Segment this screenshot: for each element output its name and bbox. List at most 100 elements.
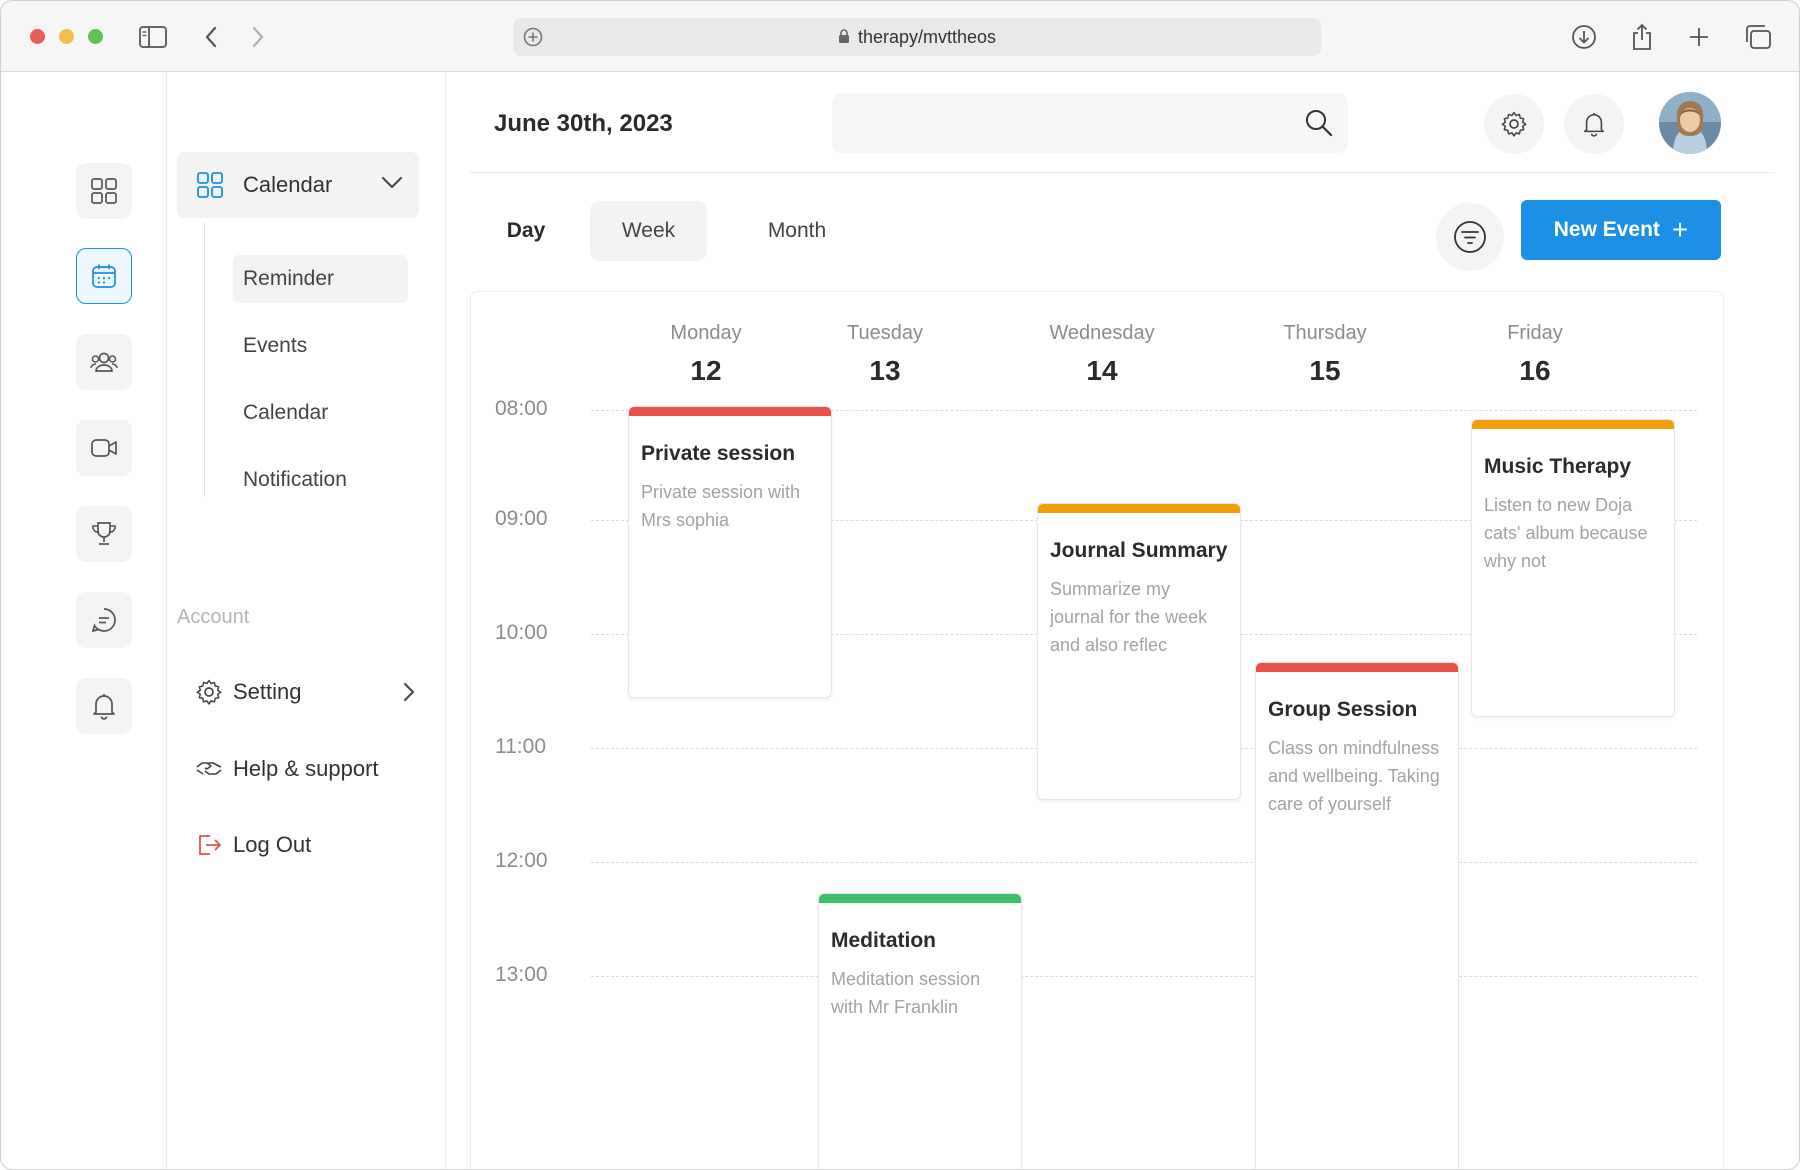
- day-name: Friday: [1507, 322, 1563, 344]
- subnav-item-calendar[interactable]: Calendar: [233, 389, 338, 437]
- calendar-nav-button[interactable]: [76, 248, 132, 304]
- notifications-button[interactable]: [1564, 94, 1624, 154]
- chevron-right-icon: [403, 682, 415, 708]
- event-color-bar: [629, 407, 831, 416]
- bell-icon: [93, 694, 115, 720]
- account-section-label: Account: [177, 606, 250, 628]
- maximize-window-button[interactable]: [88, 29, 103, 44]
- event-title: Journal Summary: [1050, 539, 1228, 562]
- search-icon[interactable]: [1304, 108, 1334, 143]
- new-tab-icon[interactable]: [1681, 19, 1717, 55]
- forward-icon[interactable]: [240, 19, 276, 55]
- setting-label: Setting: [233, 679, 302, 704]
- help-support-label: Help & support: [233, 756, 379, 781]
- event-color-bar: [1256, 663, 1458, 672]
- week-calendar: Monday 12 Tuesday 13 Wednesday 14 Thursd…: [470, 291, 1724, 1169]
- messages-nav-button[interactable]: [76, 592, 132, 648]
- new-event-label: New Event: [1553, 218, 1660, 241]
- time-label: 13:00: [495, 963, 548, 986]
- page-title: June 30th, 2023: [494, 110, 673, 137]
- day-number: 12: [690, 355, 722, 386]
- hour-gridline: [591, 976, 1697, 977]
- time-label: 09:00: [495, 507, 548, 530]
- users-nav-button[interactable]: [76, 334, 132, 390]
- video-camera-icon: [91, 439, 117, 457]
- share-icon[interactable]: [1624, 19, 1660, 55]
- day-number: 15: [1309, 355, 1341, 386]
- event-card-group-session[interactable]: Group Session Class on mindfulness and w…: [1255, 662, 1459, 1169]
- day-name: Monday: [670, 322, 742, 344]
- event-title: Private session: [641, 442, 796, 465]
- dashboard-nav-button[interactable]: [76, 163, 132, 219]
- event-description: Listen to new Doja cats' album because w…: [1484, 495, 1648, 571]
- sidebar-toggle-icon[interactable]: [135, 19, 171, 55]
- address-bar[interactable]: therapy/mvttheos: [513, 18, 1321, 56]
- event-description: Private session with Mrs sophia: [641, 482, 801, 530]
- event-card-private-session[interactable]: Private session Private session with Mrs…: [628, 406, 832, 698]
- back-icon[interactable]: [193, 19, 229, 55]
- search-input[interactable]: [832, 93, 1348, 153]
- event-title: Meditation: [831, 929, 936, 952]
- video-nav-button[interactable]: [76, 420, 132, 476]
- handshake-icon: [195, 755, 223, 783]
- event-description: Class on mindfulness and wellbeing. Taki…: [1268, 738, 1440, 814]
- day-header-monday[interactable]: Monday 12: [616, 322, 796, 387]
- event-card-meditation[interactable]: Meditation Meditation session with Mr Fr…: [818, 893, 1022, 1169]
- avatar[interactable]: [1659, 92, 1721, 154]
- header-divider: [470, 172, 1775, 173]
- event-color-bar: [1038, 504, 1240, 513]
- minimize-window-button[interactable]: [59, 29, 74, 44]
- event-card-music-therapy[interactable]: Music Therapy Listen to new Doja cats' a…: [1471, 419, 1675, 717]
- log-out-item[interactable]: Log Out: [195, 825, 311, 865]
- help-support-item[interactable]: Help & support: [195, 749, 379, 789]
- event-title: Music Therapy: [1484, 455, 1632, 478]
- calendar-section-toggle[interactable]: Calendar: [177, 152, 419, 218]
- subnav-item-notification[interactable]: Notification: [233, 456, 357, 504]
- achievements-nav-button[interactable]: [76, 506, 132, 562]
- day-header-tuesday[interactable]: Tuesday 13: [795, 322, 975, 387]
- event-description: Meditation session with Mr Franklin: [831, 969, 981, 1017]
- day-number: 13: [869, 355, 901, 386]
- plus-icon: +: [1671, 214, 1689, 245]
- day-header-friday[interactable]: Friday 16: [1445, 322, 1625, 387]
- subnav-item-reminder[interactable]: Reminder: [233, 255, 408, 303]
- day-header-wednesday[interactable]: Wednesday 14: [1012, 322, 1192, 387]
- calendar-grid-icon: [197, 172, 223, 203]
- notifications-nav-button[interactable]: [76, 678, 132, 734]
- gear-icon: [195, 678, 223, 706]
- tab-day[interactable]: Day: [496, 201, 556, 261]
- hour-gridline: [591, 862, 1697, 863]
- log-out-label: Log Out: [233, 832, 312, 857]
- close-window-button[interactable]: [30, 29, 45, 44]
- trophy-icon: [92, 522, 116, 545]
- day-number: 16: [1519, 355, 1551, 386]
- event-color-bar: [1472, 420, 1674, 429]
- lock-icon: [838, 19, 850, 57]
- download-icon[interactable]: [1566, 19, 1602, 55]
- sub-navigation: Calendar Reminder Events Calendar Notifi…: [167, 72, 446, 1169]
- icon-rail: [1, 72, 167, 1169]
- time-label: 11:00: [495, 735, 546, 758]
- time-label: 12:00: [495, 849, 548, 872]
- main-content: June 30th, 2023 Day Week Month New Event…: [446, 72, 1799, 1169]
- setting-item[interactable]: Setting: [195, 672, 415, 712]
- tab-month[interactable]: Month: [742, 201, 852, 261]
- browser-window: therapy/mvttheos Calendar Reminder Event…: [0, 0, 1800, 1170]
- new-event-button[interactable]: New Event +: [1521, 200, 1721, 260]
- time-label: 08:00: [495, 397, 548, 420]
- day-name: Tuesday: [847, 322, 923, 344]
- tab-week[interactable]: Week: [590, 201, 707, 261]
- calendar-icon: [92, 264, 116, 288]
- day-header-thursday[interactable]: Thursday 15: [1235, 322, 1415, 387]
- chevron-down-icon: [381, 176, 403, 195]
- tab-overview-icon[interactable]: [1740, 19, 1776, 55]
- calendar-section-label: Calendar: [243, 172, 333, 197]
- subnav-item-events[interactable]: Events: [233, 322, 317, 370]
- event-card-journal-summary[interactable]: Journal Summary Summarize my journal for…: [1037, 503, 1241, 800]
- grid-icon: [91, 178, 117, 204]
- settings-button[interactable]: [1484, 94, 1544, 154]
- filter-button[interactable]: [1436, 203, 1504, 271]
- bell-icon: [1583, 112, 1605, 137]
- day-name: Thursday: [1283, 322, 1367, 344]
- chat-icon: [91, 608, 116, 633]
